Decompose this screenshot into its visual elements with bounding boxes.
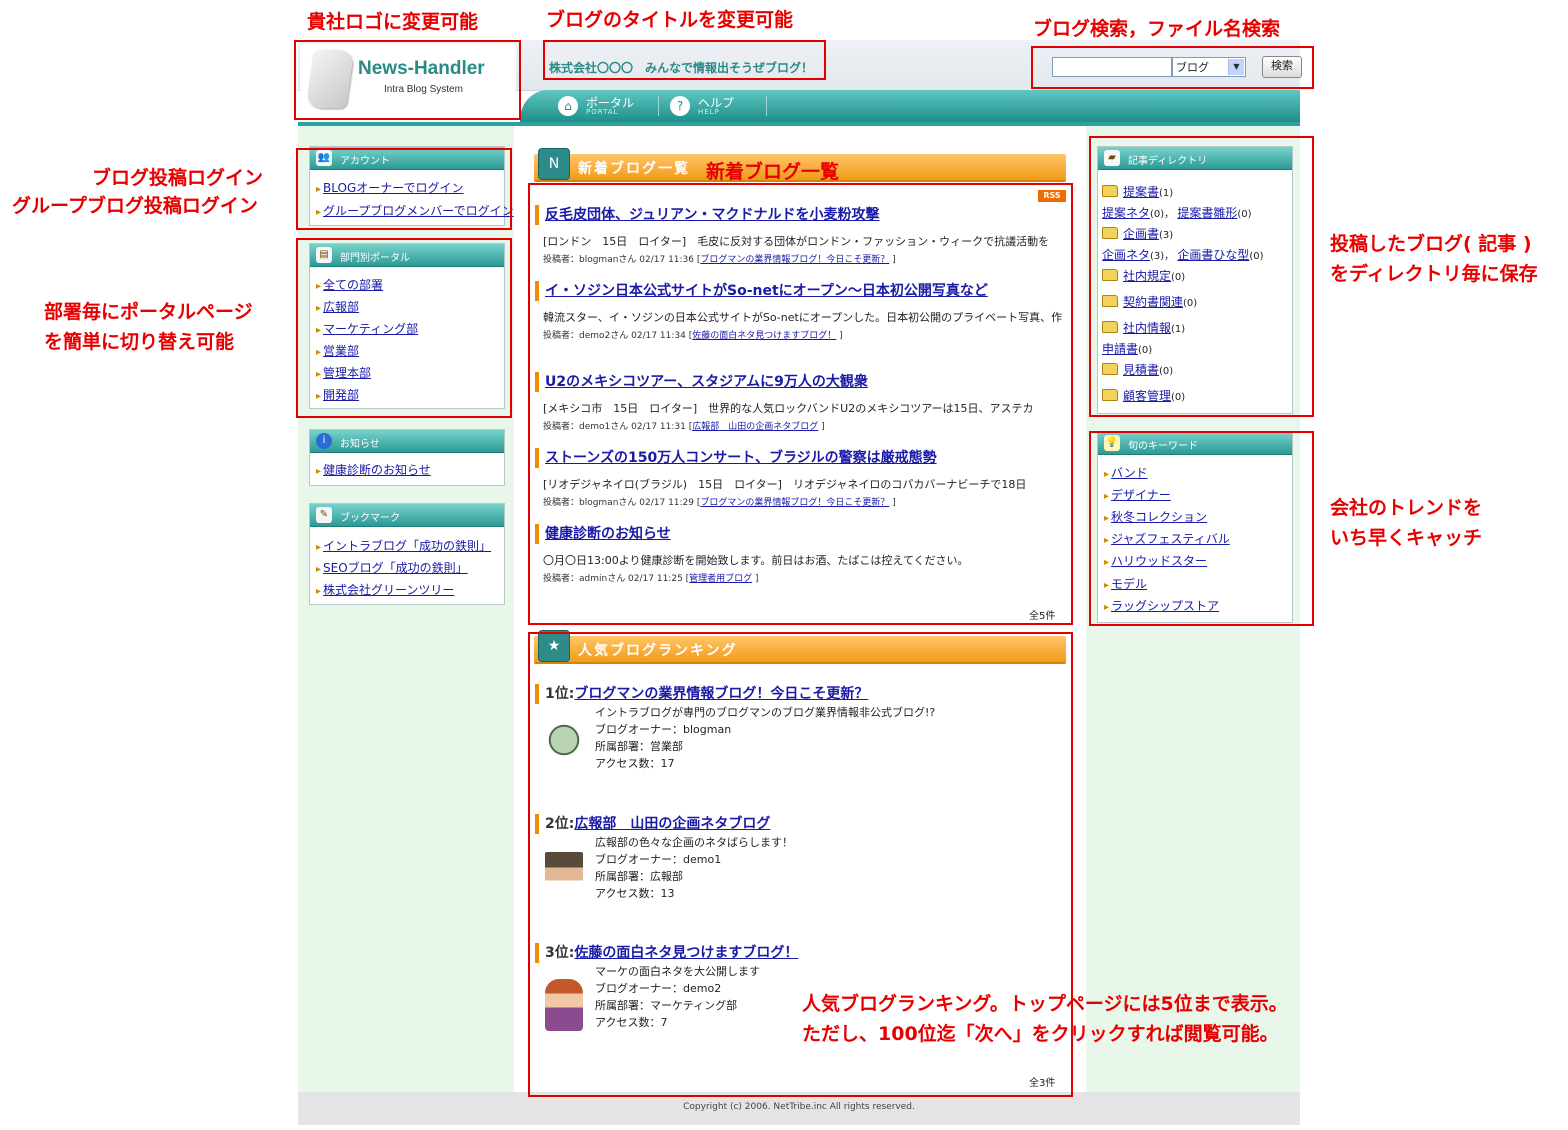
annotation-box-keywords: [1089, 431, 1314, 626]
notice-title: お知らせ: [340, 439, 380, 450]
nav-divider: [658, 96, 659, 116]
annotation-login-1: ブログ投稿ログイン: [92, 167, 264, 189]
annotation-title: ブログのタイトルを変更可能: [546, 9, 794, 31]
new-badge-icon: N: [538, 148, 570, 180]
annotation-box-title: [543, 40, 826, 80]
nav-divider: [766, 96, 767, 116]
bookmark-header: ✎ ブックマーク: [310, 504, 504, 527]
bookmark-title: ブックマーク: [340, 513, 400, 524]
annotation-ranking-1: 人気ブログランキング。トップページには5位まで表示。: [802, 993, 1288, 1015]
annotation-search: ブログ検索，ファイル名検索: [1033, 18, 1281, 40]
annotation-trend-1: 会社のトレンドを: [1330, 497, 1483, 519]
annotation-box-dept: [296, 238, 512, 418]
annotation-dir-1: 投稿したブログ( 記事 ): [1330, 233, 1532, 255]
notice-box: i お知らせ 健康診断のお知らせ: [309, 429, 505, 486]
annotation-box-search: [1031, 46, 1314, 89]
info-icon: i: [316, 433, 332, 449]
annotation-box-login: [296, 148, 512, 230]
copyright: Copyright (c) 2006. NetTribe.inc All rig…: [683, 1102, 915, 1112]
bookmark-link[interactable]: SEOブログ「成功の鉄則」: [316, 559, 468, 576]
pencil-icon: ✎: [316, 507, 332, 523]
bookmark-link[interactable]: 株式会社グリーンツリー: [316, 581, 454, 598]
annotation-portal-2: を簡単に切り替え可能: [44, 331, 235, 353]
annotation-ranking-2: ただし、100位迄「次へ」をクリックすれば閲覧可能。: [802, 1023, 1279, 1045]
annotation-newlist: 新着ブログ一覧: [706, 161, 840, 183]
notice-item-link[interactable]: 健康診断のお知らせ: [316, 461, 431, 478]
nav-portal-sub: PORTAL: [586, 108, 619, 116]
question-icon: ?: [670, 96, 690, 116]
bookmark-link[interactable]: イントラブログ「成功の鉄則」: [316, 537, 491, 554]
annotation-trend-2: いち早くキャッチ: [1330, 527, 1483, 549]
nav-help-sub: HELP: [698, 108, 720, 116]
annotation-box-directory: [1089, 136, 1314, 417]
new-blogs-title: 新着ブログ一覧: [578, 161, 690, 177]
bookmark-box: ✎ ブックマーク イントラブログ「成功の鉄則」 SEOブログ「成功の鉄則」 株式…: [309, 503, 505, 605]
annotation-logo: 貴社ロゴに変更可能: [307, 11, 479, 33]
annotation-box-logo: [294, 40, 521, 120]
annotation-portal-1: 部署毎にポータルページ: [44, 301, 253, 323]
notice-header: i お知らせ: [310, 430, 504, 453]
annotation-dir-2: をディレクトリ毎に保存: [1330, 263, 1538, 285]
home-icon: ⌂: [558, 96, 578, 116]
annotation-login-2: グループブログ投稿ログイン: [12, 195, 258, 217]
annotation-box-newlist: [528, 183, 1073, 625]
nav-bar: ⌂ ポータル PORTAL ? ヘルプ HELP: [520, 90, 1300, 122]
